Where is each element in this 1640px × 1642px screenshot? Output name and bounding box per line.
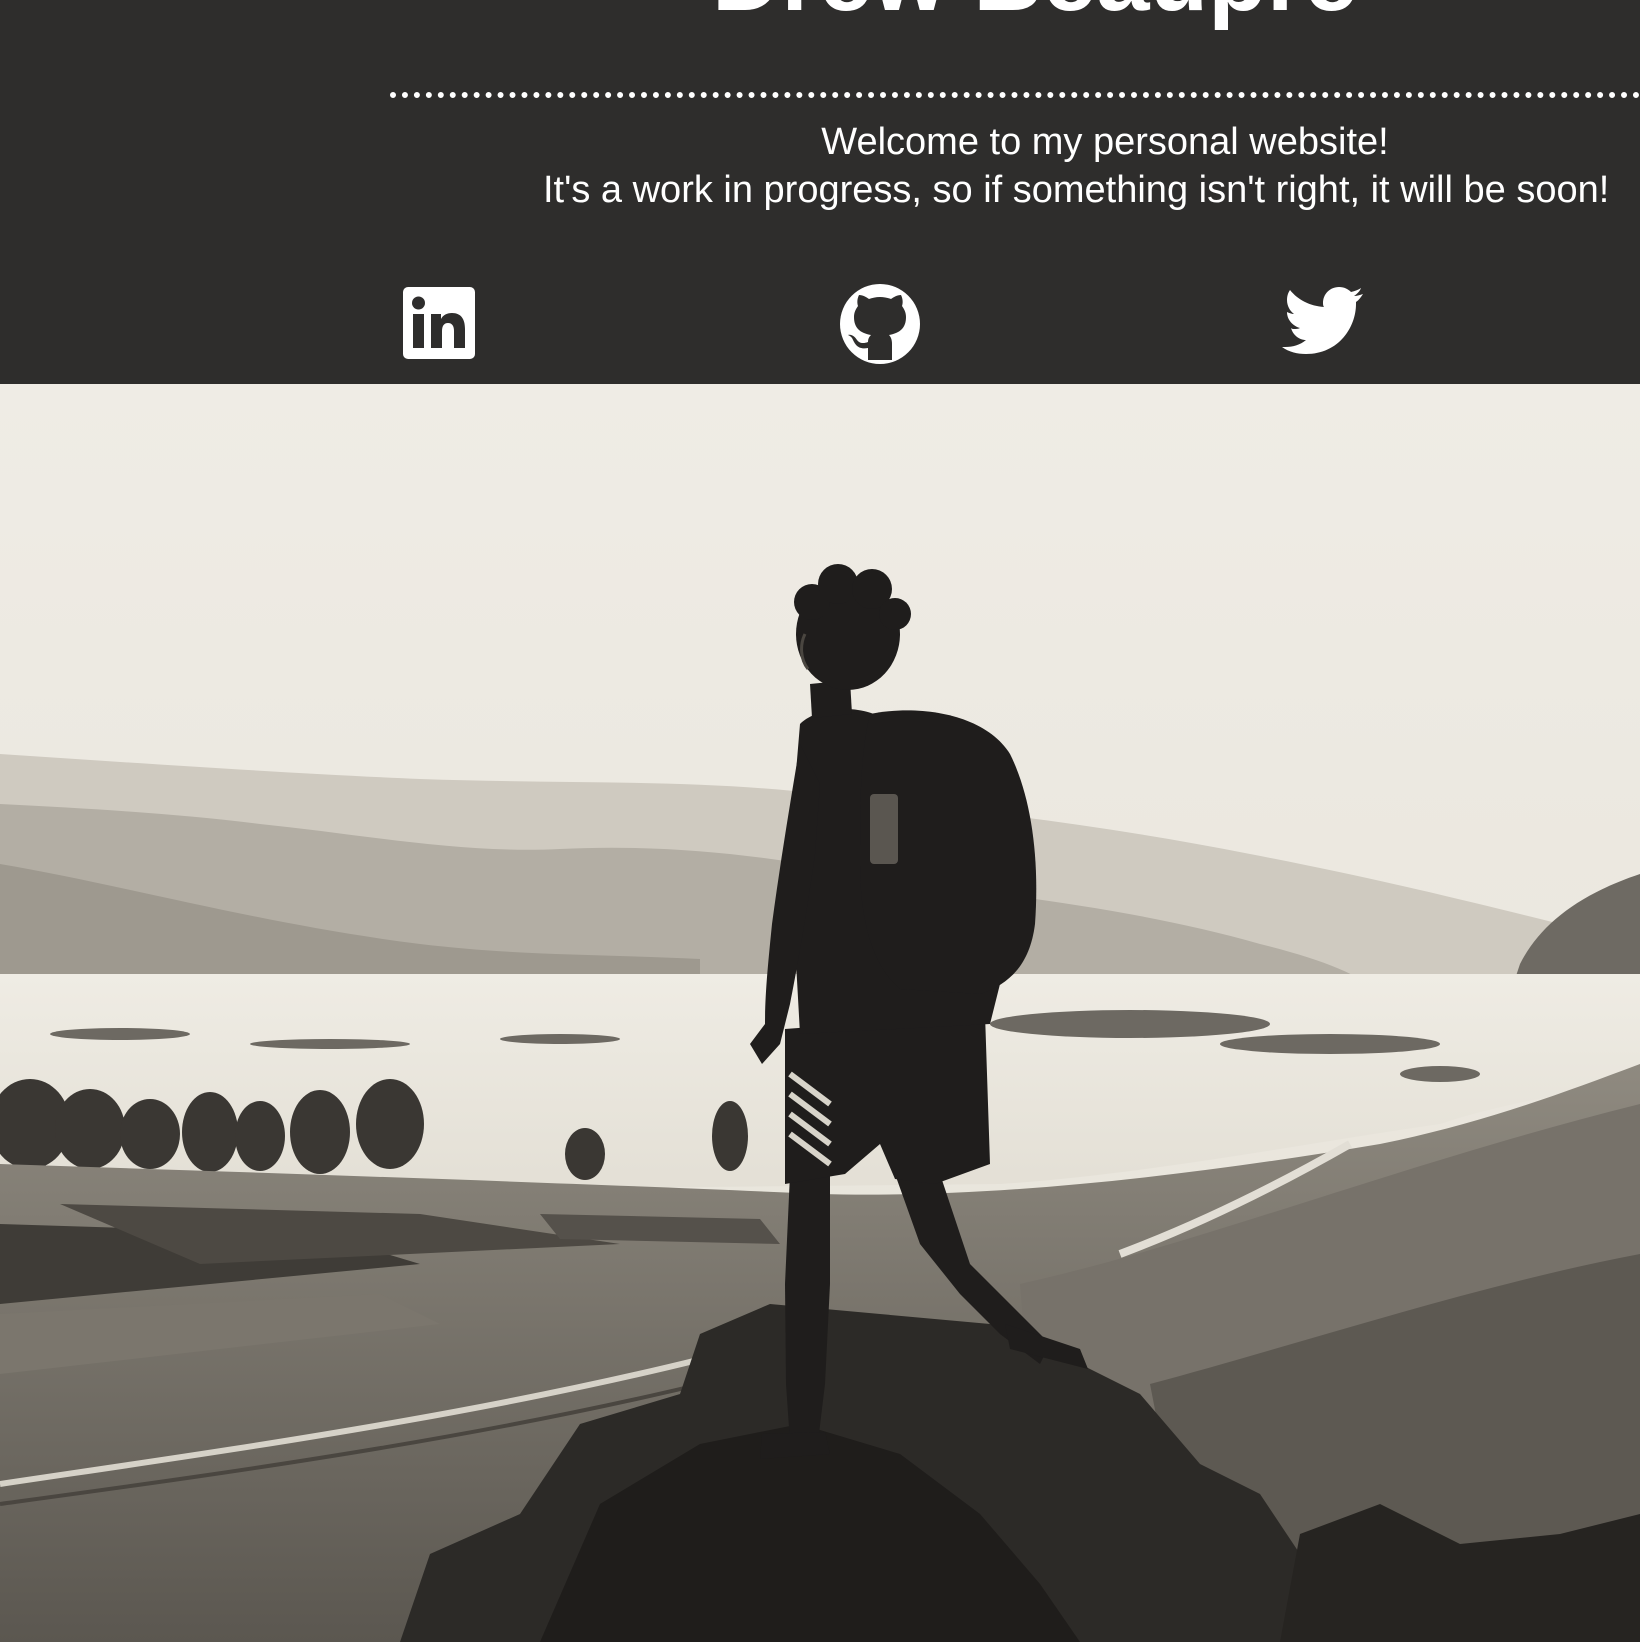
site-header: Drew Beaupre Welcome to my personal webs… <box>0 0 1640 384</box>
page: Drew Beaupre Welcome to my personal webs… <box>0 0 1640 1642</box>
github-link[interactable] <box>838 282 922 366</box>
github-icon <box>840 284 920 364</box>
twitter-link[interactable] <box>1281 284 1365 368</box>
twitter-icon <box>1282 287 1363 354</box>
hiker-photo <box>0 384 1640 1642</box>
linkedin-link[interactable] <box>400 284 484 368</box>
linkedin-icon <box>403 287 475 359</box>
dotted-divider <box>390 92 1640 98</box>
work-in-progress-text: It's a work in progress, so if something… <box>543 169 1610 211</box>
site-title: Drew Beaupre <box>712 0 1358 26</box>
hero-image <box>0 384 1640 1642</box>
welcome-text: Welcome to my personal website! <box>821 121 1389 163</box>
